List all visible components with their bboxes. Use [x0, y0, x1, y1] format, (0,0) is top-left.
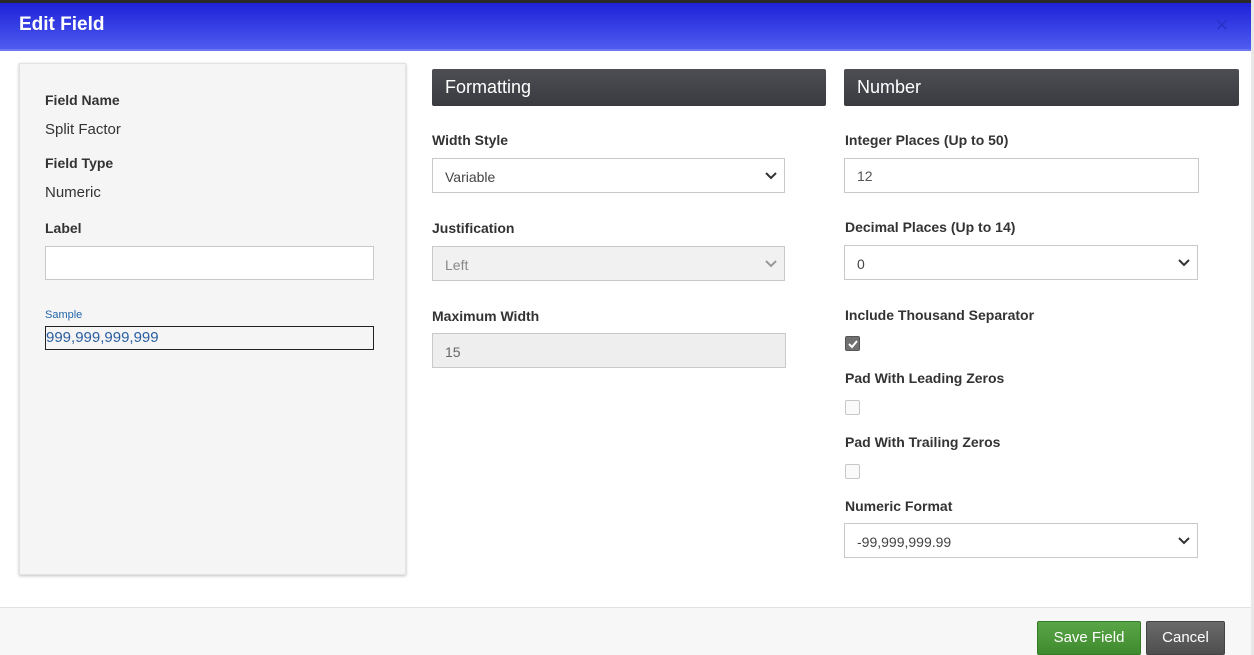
label-label: Label	[45, 220, 82, 236]
integer-places-input[interactable]	[844, 158, 1199, 193]
dialog-title: Edit Field	[19, 14, 105, 35]
numeric-format-value: -99,999,999.99	[857, 534, 952, 550]
integer-places-label: Integer Places (Up to 50)	[845, 132, 1009, 148]
decimal-places-value: 0	[857, 256, 865, 272]
number-heading: Number	[844, 69, 1239, 106]
trailing-zeros-label: Pad With Trailing Zeros	[845, 434, 1001, 450]
numeric-format-select[interactable]: -99,999,999.99	[844, 523, 1198, 558]
dialog-titlebar: Edit Field ✕	[0, 3, 1251, 51]
chevron-down-icon	[765, 260, 777, 268]
max-width-input: 15	[432, 333, 786, 368]
chevron-down-icon	[765, 172, 777, 180]
close-icon[interactable]: ✕	[1215, 16, 1229, 36]
trailing-zeros-checkbox[interactable]	[845, 464, 860, 479]
decimal-places-label: Decimal Places (Up to 14)	[845, 219, 1016, 235]
field-name-value: Split Factor	[45, 121, 121, 138]
field-type-value: Numeric	[45, 184, 101, 201]
chevron-down-icon	[1178, 537, 1190, 545]
decimal-places-select[interactable]: 0	[844, 245, 1198, 280]
save-field-button[interactable]: Save Field	[1037, 621, 1141, 655]
justification-select: Left	[432, 246, 785, 281]
width-style-label: Width Style	[432, 132, 509, 148]
width-style-select[interactable]: Variable	[432, 158, 785, 193]
thousand-separator-label: Include Thousand Separator	[845, 307, 1035, 323]
label-input[interactable]	[45, 246, 374, 280]
leading-zeros-label: Pad With Leading Zeros	[845, 370, 1005, 386]
formatting-heading: Formatting	[432, 69, 826, 106]
justification-label: Justification	[432, 220, 515, 236]
max-width-label: Maximum Width	[432, 308, 540, 324]
numeric-format-label: Numeric Format	[845, 498, 953, 514]
sample-preview: 999,999,999,999	[45, 326, 374, 350]
sample-label: Sample	[45, 309, 83, 321]
width-style-value: Variable	[445, 169, 496, 185]
chevron-down-icon	[1178, 259, 1190, 267]
leading-zeros-checkbox[interactable]	[845, 400, 860, 415]
check-icon	[848, 340, 858, 349]
field-name-label: Field Name	[45, 92, 120, 108]
justification-value: Left	[445, 257, 469, 273]
cancel-button[interactable]: Cancel	[1146, 621, 1225, 655]
thousand-separator-checkbox[interactable]	[845, 336, 860, 351]
field-type-label: Field Type	[45, 155, 114, 171]
